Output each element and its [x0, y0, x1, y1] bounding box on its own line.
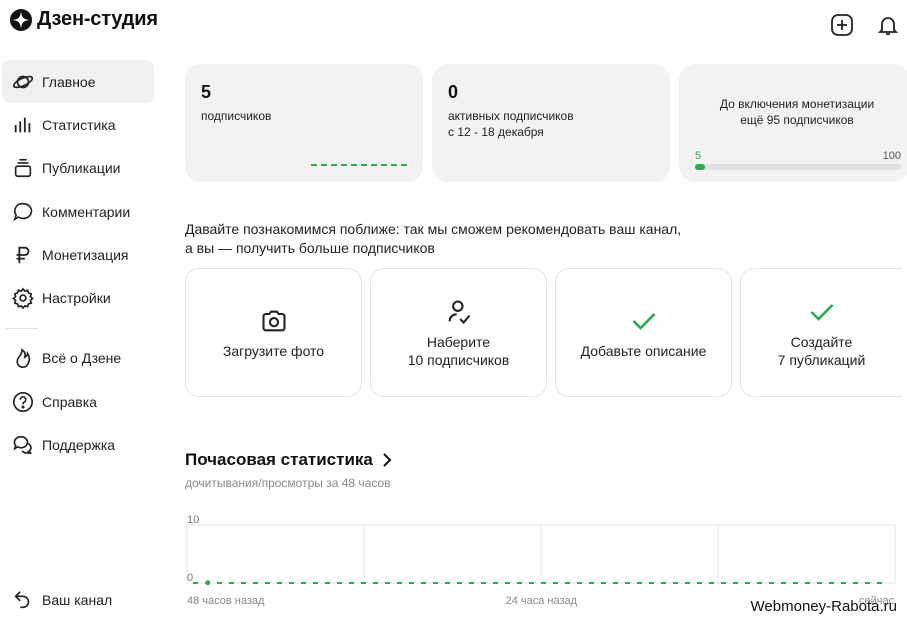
monetization-progress-fill [695, 164, 706, 170]
monetization-line2: ещё 95 подписчиков [740, 113, 854, 127]
sidebar-item-label: Комментарии [42, 203, 131, 220]
help-icon [12, 391, 34, 413]
planet-icon [12, 71, 34, 93]
create-button[interactable] [829, 12, 855, 38]
notifications-button[interactable] [875, 12, 901, 38]
subscribers-label: подписчиков [201, 109, 272, 123]
user-check-icon [445, 297, 473, 327]
sidebar-item-help[interactable]: Справка [2, 380, 154, 423]
y-tick-label: 10 [187, 514, 199, 526]
intro-line1: Давайте познакомимся поближе: так мы смо… [185, 221, 682, 237]
sidebar-item-label: Публикации [42, 160, 121, 177]
checkmark-icon [630, 306, 658, 336]
sidebar-item-label: Статистика [42, 116, 116, 133]
sidebar-item-monetization[interactable]: Монетизация [2, 233, 154, 276]
sidebar-item-label: Главное [42, 73, 96, 90]
subscribers-card[interactable]: 5 подписчиков [185, 64, 423, 182]
active-subscribers-count: 0 [448, 82, 459, 102]
sidebar-item-publications[interactable]: Публикации [2, 147, 154, 190]
sidebar-nav: Главное Статистика Публикации Комментари… [0, 60, 160, 467]
monetization-line1: До включения монетизации [719, 97, 875, 111]
bell-icon [877, 17, 899, 35]
step-line1: Наберите [426, 333, 491, 350]
chart-point [205, 580, 211, 586]
active-subscribers-period: с 12 - 18 декабря [448, 125, 544, 139]
active-subscribers-card[interactable]: 0 активных подписчиков с 12 - 18 декабря [432, 64, 670, 182]
monetization-current: 5 [695, 150, 702, 162]
app-title: Дзен-студия [37, 8, 158, 30]
your-channel-label: Ваш канал [42, 591, 113, 608]
stack-icon [12, 157, 34, 179]
gear-icon [12, 287, 34, 310]
sidebar-item-label: Монетизация [42, 246, 129, 263]
step-line2: 10 подписчиков [407, 351, 510, 368]
zen-logo-icon [10, 8, 32, 31]
sidebar-item-label: Всё о Дзене [42, 350, 122, 367]
monetization-card[interactable]: До включения монетизации ещё 95 подписчи… [679, 64, 907, 182]
chat-bubbles-icon [12, 434, 34, 456]
hourly-stats-link[interactable]: Почасовая статистика [185, 450, 393, 470]
sidebar-item-statistics[interactable]: Статистика [2, 103, 154, 146]
step-create-publications[interactable]: Создайте 7 публикаций [740, 268, 902, 397]
step-line1: Создайте [790, 333, 853, 350]
step-line1: Загрузите фото [222, 342, 325, 359]
sidebar-item-settings[interactable]: Настройки [2, 276, 154, 319]
step-line2: 7 публикаций [777, 351, 866, 368]
monetization-progress-bar [695, 164, 901, 170]
subscribers-count: 5 [201, 82, 212, 102]
checkmark-icon [808, 297, 836, 327]
watermark: Webmoney-Rabota.ru [750, 598, 897, 615]
sidebar-item-comments[interactable]: Комментарии [2, 190, 154, 233]
sidebar-divider [6, 327, 38, 329]
hourly-stats-chart: 10 0 48 часов назад 24 часа назад сейчас [185, 510, 897, 610]
y-tick-label: 0 [187, 572, 193, 584]
step-get-subscribers[interactable]: Наберите 10 подписчиков [370, 268, 547, 397]
camera-icon [260, 306, 288, 336]
step-line1: Добавьте описание [580, 342, 707, 359]
subscribers-sparkline [311, 164, 407, 166]
sidebar-item-label: Настройки [42, 290, 111, 307]
plus-square-icon [831, 14, 853, 36]
intro-line2: а вы — получить больше подписчиков [185, 240, 435, 256]
x-tick-label: 24 часа назад [506, 595, 578, 607]
step-upload-photo[interactable]: Загрузите фото [185, 268, 362, 397]
sidebar-item-about-zen[interactable]: Всё о Дзене [2, 337, 154, 380]
sidebar-item-label: Поддержка [42, 437, 116, 454]
back-arrow-icon [12, 589, 34, 611]
monetization-target: 100 [882, 150, 901, 162]
step-add-description[interactable]: Добавьте описание [555, 268, 732, 397]
sidebar-item-label: Справка [42, 393, 97, 410]
ruble-icon [12, 244, 34, 266]
x-tick-label: 48 часов назад [187, 595, 265, 607]
your-channel-link[interactable]: Ваш канал [2, 578, 154, 621]
hourly-stats-title: Почасовая статистика [185, 450, 373, 469]
comment-icon [12, 201, 34, 223]
sidebar-item-main[interactable]: Главное [2, 60, 154, 104]
bar-chart-icon [12, 114, 34, 136]
sidebar-item-support[interactable]: Поддержка [2, 423, 154, 466]
flame-icon [12, 347, 34, 369]
active-subscribers-label: активных подписчиков [448, 109, 574, 123]
app-logo[interactable]: Дзен-студия [10, 8, 158, 31]
hourly-stats-subtitle: дочитывания/просмотры за 48 часов [185, 476, 391, 490]
intro-text: Давайте познакомимся поближе: так мы смо… [185, 220, 681, 258]
chevron-right-icon [383, 453, 392, 467]
